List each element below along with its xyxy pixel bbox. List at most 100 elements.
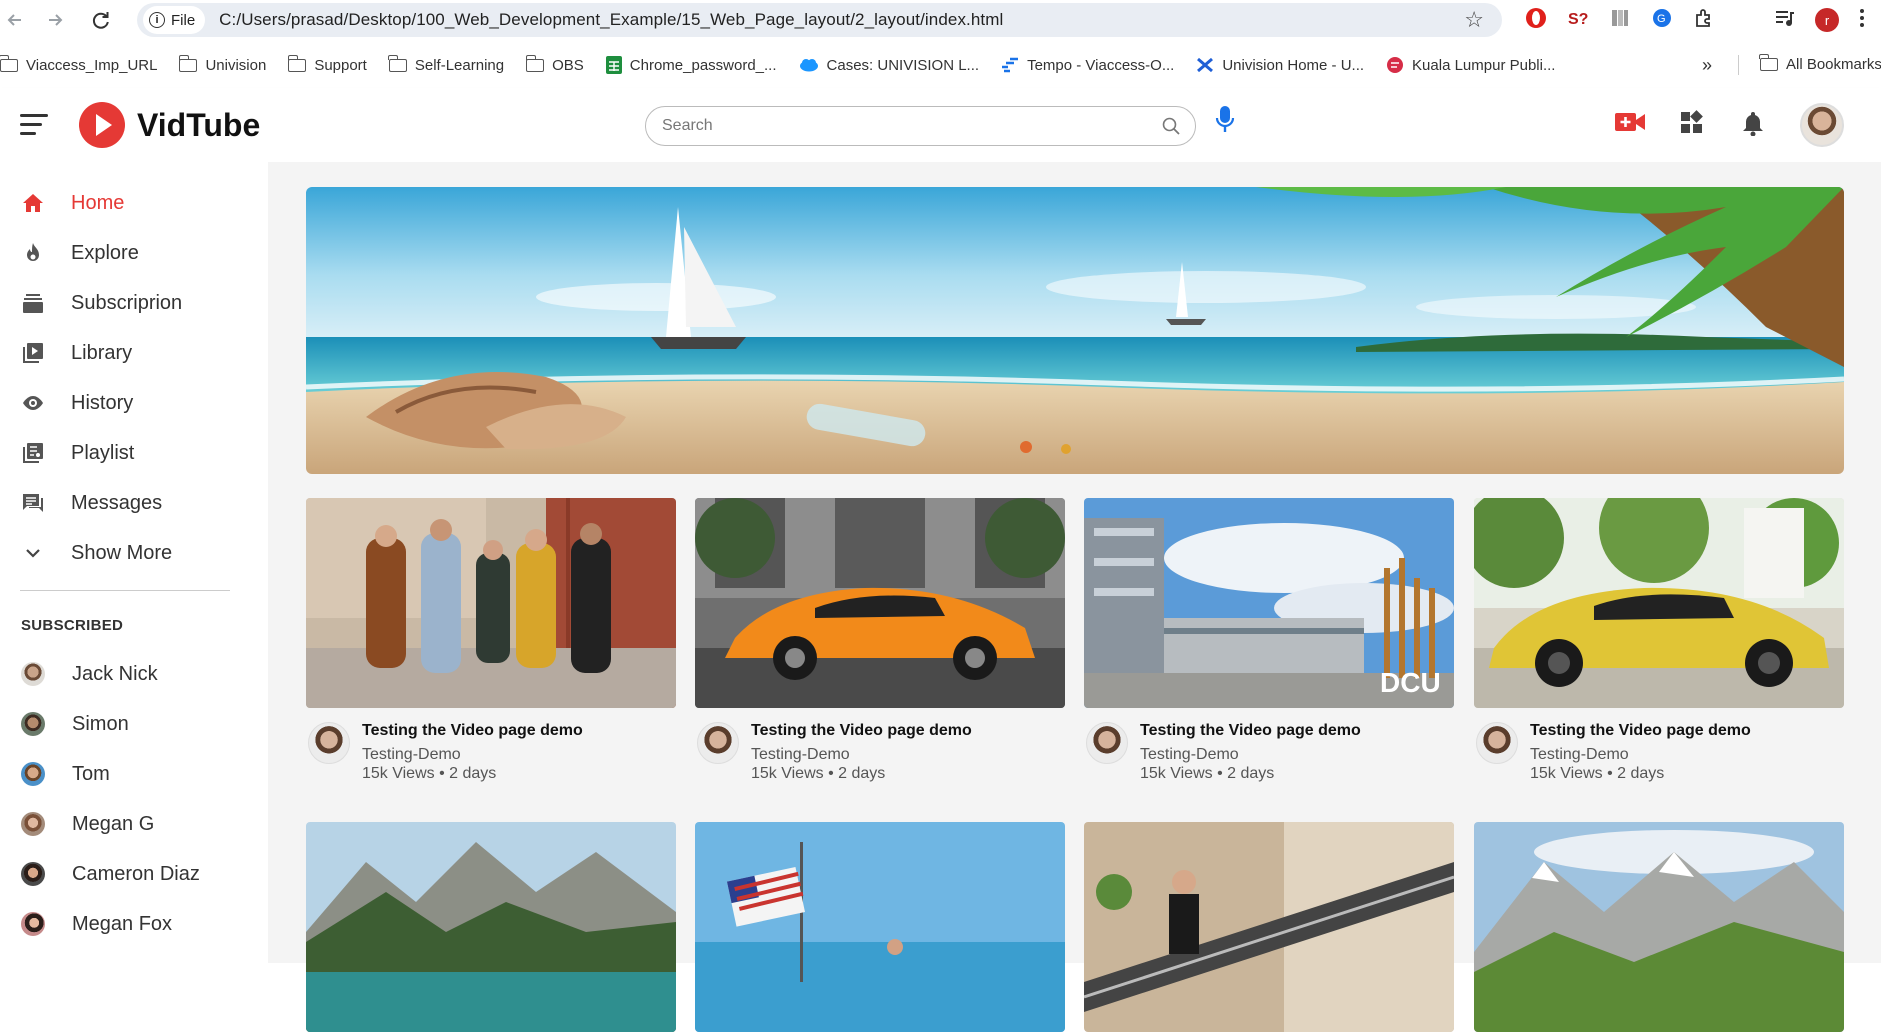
subscription-tom[interactable]: Tom xyxy=(0,751,268,797)
subscription-megan-g[interactable]: Megan G xyxy=(0,801,268,847)
subscription-megan-fox[interactable]: Megan Fox xyxy=(0,901,268,947)
video-title[interactable]: Testing the Video page demo xyxy=(1530,722,1751,740)
reload-icon[interactable] xyxy=(86,5,116,35)
bookmark-item[interactable]: Kuala Lumpur Publi... xyxy=(1386,56,1555,74)
channel-avatar[interactable] xyxy=(1086,722,1128,764)
svg-text:S?: S? xyxy=(1568,11,1588,28)
bookmark-item[interactable]: Cases: UNIVISION L... xyxy=(799,57,979,74)
video-meta: Testing the Video page demo Testing-Demo… xyxy=(306,708,676,788)
bookmark-item[interactable]: Univision Home - U... xyxy=(1196,56,1364,74)
search-input[interactable] xyxy=(662,117,1142,135)
url-text[interactable]: C:/Users/prasad/Desktop/100_Web_Developm… xyxy=(219,10,1003,30)
opera-icon[interactable] xyxy=(1525,7,1547,34)
sidebar-item-subscription[interactable]: Subscriprion xyxy=(0,280,268,326)
sidebar-item-messages[interactable]: Messages xyxy=(0,480,268,526)
video-stats: 15k Views • 2 days xyxy=(1530,765,1665,782)
subscribed-heading: SUBSCRIBED xyxy=(21,617,124,634)
address-bar[interactable]: i File C:/Users/prasad/Desktop/100_Web_D… xyxy=(137,3,1502,37)
back-icon[interactable] xyxy=(0,5,30,35)
channel-avatar[interactable] xyxy=(697,722,739,764)
bookmark-item[interactable]: Self-Learning xyxy=(388,54,505,74)
file-chip-label: File xyxy=(171,11,196,29)
more-bookmarks-icon[interactable]: » xyxy=(1702,55,1712,76)
site-info-chip[interactable]: i File xyxy=(143,6,206,34)
library-icon xyxy=(1386,56,1404,74)
sidebar-item-playlist[interactable]: Playlist xyxy=(0,430,268,476)
play-logo-icon xyxy=(79,102,125,148)
avatar xyxy=(21,912,45,936)
video-meta: Testing the Video page demo Testing-Demo… xyxy=(1474,708,1844,788)
apps-icon[interactable] xyxy=(1679,110,1705,141)
sidebar-item-label: Show More xyxy=(71,541,173,564)
main-content: Testing the Video page demo Testing-Demo… xyxy=(268,162,1881,1032)
video-card[interactable] xyxy=(1084,822,1454,1032)
video-thumbnail-alpine-valley[interactable] xyxy=(1474,822,1844,1032)
search-box xyxy=(645,106,1196,146)
video-stats: 15k Views • 2 days xyxy=(1140,765,1275,782)
profile-area: r xyxy=(1773,6,1865,34)
channel-name[interactable]: Testing-Demo xyxy=(362,746,461,764)
video-thumbnail-yellow-sports-car[interactable] xyxy=(1474,498,1844,708)
video-card[interactable] xyxy=(306,822,676,1032)
subscription-jack-nick[interactable]: Jack Nick xyxy=(0,651,268,697)
video-card[interactable] xyxy=(1474,822,1844,1032)
video-title[interactable]: Testing the Video page demo xyxy=(1140,722,1361,740)
video-card[interactable]: Testing the Video page demo Testing-Demo… xyxy=(1474,498,1844,788)
subscription-simon[interactable]: Simon xyxy=(0,701,268,747)
subscription-cameron-diaz[interactable]: Cameron Diaz xyxy=(0,851,268,897)
beach-banner-image xyxy=(306,187,1844,474)
puzzle-extensions-icon[interactable] xyxy=(1693,7,1715,34)
video-thumbnail-mountain-lake[interactable] xyxy=(306,822,676,1032)
upload-video-icon[interactable] xyxy=(1614,110,1646,139)
mic-icon[interactable] xyxy=(1215,104,1235,141)
sidebar-item-library[interactable]: Library xyxy=(0,330,268,376)
folder-icon xyxy=(0,54,18,72)
logo[interactable]: VidTube xyxy=(79,102,260,148)
video-card[interactable] xyxy=(695,822,1065,1032)
video-title[interactable]: Testing the Video page demo xyxy=(362,722,583,740)
sidebar-item-history[interactable]: History xyxy=(0,380,268,426)
video-thumbnail-beach-flag[interactable] xyxy=(695,822,1065,1032)
browser-menu-icon[interactable] xyxy=(1859,7,1865,34)
avatar xyxy=(21,712,45,736)
bookmark-item[interactable]: Chrome_password_... xyxy=(605,56,777,74)
forward-icon[interactable] xyxy=(40,5,70,35)
media-control-icon[interactable] xyxy=(1773,7,1795,34)
search-icon[interactable] xyxy=(1161,116,1181,136)
bookmark-label: Univision Home - U... xyxy=(1222,56,1365,74)
video-title[interactable]: Testing the Video page demo xyxy=(751,722,972,740)
bookmark-star-icon[interactable]: ☆ xyxy=(1464,7,1484,33)
channel-name[interactable]: Testing-Demo xyxy=(1140,746,1239,764)
avatar xyxy=(21,662,45,686)
channel-name[interactable]: Testing-Demo xyxy=(1530,746,1629,764)
channel-avatar[interactable] xyxy=(308,722,350,764)
shield-extension-icon[interactable]: S? xyxy=(1567,7,1589,34)
bookmark-label: Self-Learning xyxy=(414,56,505,74)
video-thumbnail-dcu-campus[interactable]: DCU xyxy=(1084,498,1454,708)
sidebar-item-show-more[interactable]: Show More xyxy=(0,530,268,576)
channel-avatar[interactable] xyxy=(1476,722,1518,764)
translate-extension-icon[interactable]: G xyxy=(1651,7,1673,34)
bookmark-item[interactable]: Support xyxy=(287,54,367,74)
all-bookmarks-link[interactable]: All Bookmarks xyxy=(1759,54,1881,73)
bookmark-item[interactable]: OBS xyxy=(525,54,584,74)
bookmark-item[interactable]: Viaccess_Imp_URL xyxy=(0,54,157,74)
channel-name[interactable]: Testing-Demo xyxy=(751,746,850,764)
profile-avatar[interactable]: r xyxy=(1815,8,1839,32)
video-card[interactable]: DCU Testing the Video page demo Testing-… xyxy=(1084,498,1454,788)
video-card[interactable]: Testing the Video page demo Testing-Demo… xyxy=(306,498,676,788)
user-avatar[interactable] xyxy=(1800,103,1844,147)
video-thumbnail-mall-escalator[interactable] xyxy=(1084,822,1454,1032)
sidebar-item-home[interactable]: Home xyxy=(0,180,268,226)
home-icon xyxy=(22,192,44,214)
sidebar-item-explore[interactable]: Explore xyxy=(0,230,268,276)
bookmark-item[interactable]: Univision xyxy=(178,54,266,74)
hamburger-menu-icon[interactable] xyxy=(20,114,48,136)
video-card[interactable]: Testing the Video page demo Testing-Demo… xyxy=(695,498,1065,788)
video-thumbnail-orange-sports-car[interactable] xyxy=(695,498,1065,708)
notifications-bell-icon[interactable] xyxy=(1741,110,1765,141)
bookmark-item[interactable]: Tempo - Viaccess-O... xyxy=(1001,57,1174,74)
video-thumbnail-friends-walking[interactable] xyxy=(306,498,676,708)
reader-extension-icon[interactable] xyxy=(1609,7,1631,34)
sidebar-divider xyxy=(20,590,230,591)
